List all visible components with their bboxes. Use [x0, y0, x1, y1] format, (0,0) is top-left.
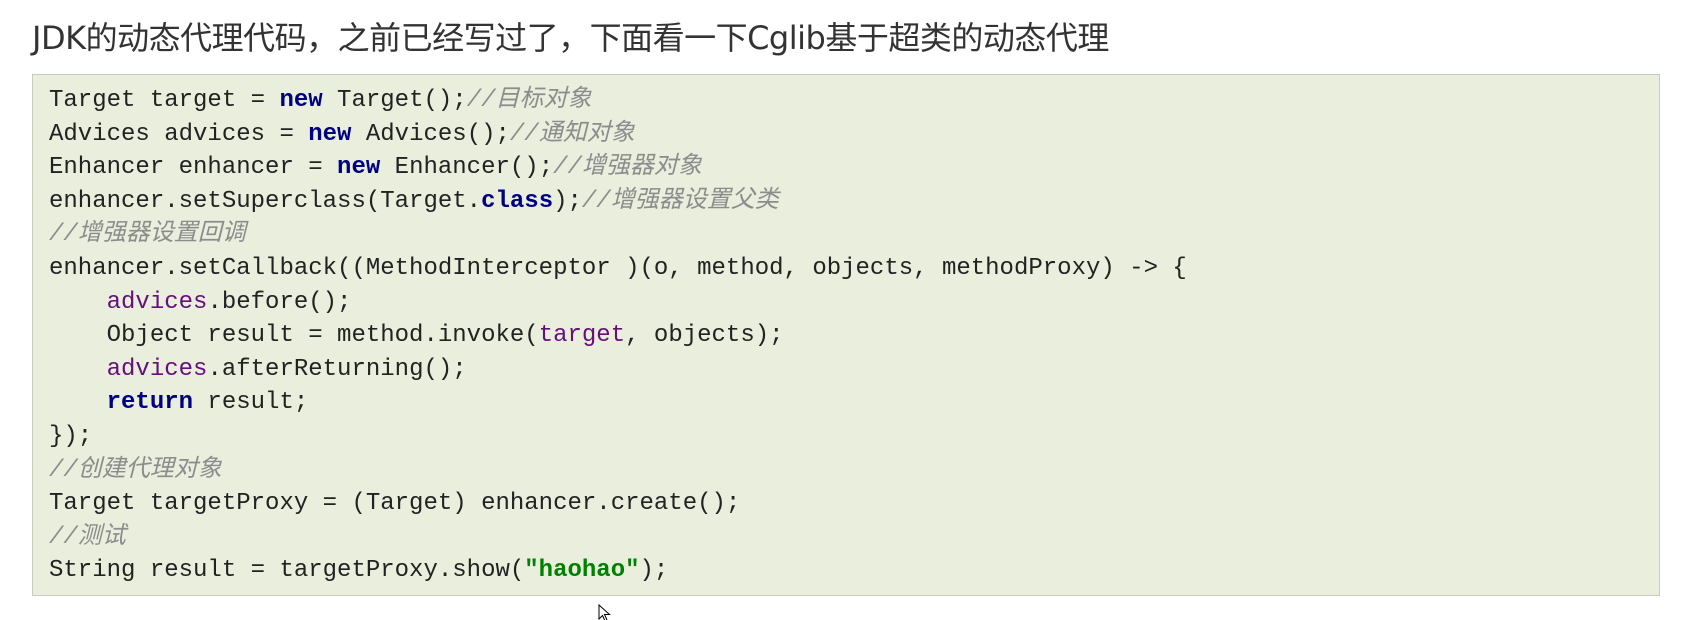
code-token-plain: .afterReturning();: [207, 355, 467, 383]
code-token-comment: //增强器设置回调: [49, 221, 246, 249]
code-token-comment: //增强器对象: [553, 154, 702, 182]
code-line: enhancer.setSuperclass(Target.class);//增…: [49, 185, 1659, 219]
code-token-plain: enhancer.setSuperclass(Target.: [49, 187, 482, 215]
code-line: Advices advices = new Advices();//通知对象: [49, 118, 1659, 152]
code-token-string: "haohao": [524, 557, 640, 585]
code-token-plain: Enhancer();: [380, 154, 554, 182]
code-token-kw: new: [308, 120, 352, 148]
code-token-plain: );: [639, 557, 669, 585]
code-token-plain: Advices();: [351, 120, 510, 148]
code-token-field: advices: [106, 288, 208, 316]
page-heading: JDK的动态代理代码，之前已经写过了，下面看一下Cglib基于超类的动态代理: [32, 19, 1109, 57]
code-token-field: advices: [106, 355, 208, 383]
code-token-plain: .before();: [207, 288, 352, 316]
code-token-plain: Target targetProxy = (Target) enhancer.c…: [49, 490, 741, 518]
code-token-plain: String result = targetProxy.show(: [49, 557, 525, 585]
code-line: advices.before();: [49, 286, 1659, 320]
code-line: enhancer.setCallback((MethodInterceptor …: [49, 252, 1659, 286]
code-token-plain: Target();: [322, 87, 467, 114]
code-token-comment: //通知对象: [509, 120, 635, 148]
code-line: //测试: [49, 521, 1659, 555]
code-token-plain: result;: [193, 389, 309, 417]
code-line: return result;: [49, 386, 1659, 420]
code-token-comment: //目标对象: [466, 87, 592, 114]
code-line: Enhancer enhancer = new Enhancer();//增强器…: [49, 151, 1659, 185]
mouse-pointer-icon: [598, 604, 611, 620]
code-token-comment: //测试: [49, 523, 126, 551]
code-line: Target target = new Target();//目标对象: [49, 84, 1659, 118]
code-token-plain: Target target =: [49, 87, 280, 114]
code-token-plain: });: [49, 422, 93, 450]
code-token-plain: enhancer.setCallback((MethodInterceptor …: [49, 254, 1187, 282]
code-line: Target targetProxy = (Target) enhancer.c…: [49, 487, 1659, 521]
code-line: Object result = method.invoke(target, ob…: [49, 319, 1659, 353]
code-line: });: [49, 420, 1659, 454]
code-token-kw: new: [337, 154, 381, 182]
code-token-plain: , objects);: [625, 322, 784, 350]
document-page: JDK的动态代理代码，之前已经写过了，下面看一下Cglib基于超类的动态代理 T…: [0, 0, 1692, 620]
code-token-comment: //增强器设置父类: [581, 187, 779, 215]
code-token-kw: new: [279, 87, 323, 114]
code-line: advices.afterReturning();: [49, 353, 1659, 387]
code-block: Target target = new Target();//目标对象 Advic…: [32, 74, 1660, 596]
code-token-plain: );: [553, 187, 582, 215]
code-token-field: target: [538, 322, 626, 350]
code-token-kw: class: [481, 187, 554, 215]
code-line: //创建代理对象: [49, 454, 1659, 488]
code-line: String result = targetProxy.show("haohao…: [49, 554, 1659, 588]
code-token-kw: return: [106, 389, 194, 417]
code-line: //增强器设置回调: [49, 218, 1659, 252]
code-token-plain: Object result = method.invoke(: [49, 322, 539, 350]
code-token-plain: Advices advices =: [49, 120, 309, 148]
code-token-plain: Enhancer enhancer =: [49, 154, 338, 182]
code-token-comment: //创建代理对象: [49, 456, 222, 484]
